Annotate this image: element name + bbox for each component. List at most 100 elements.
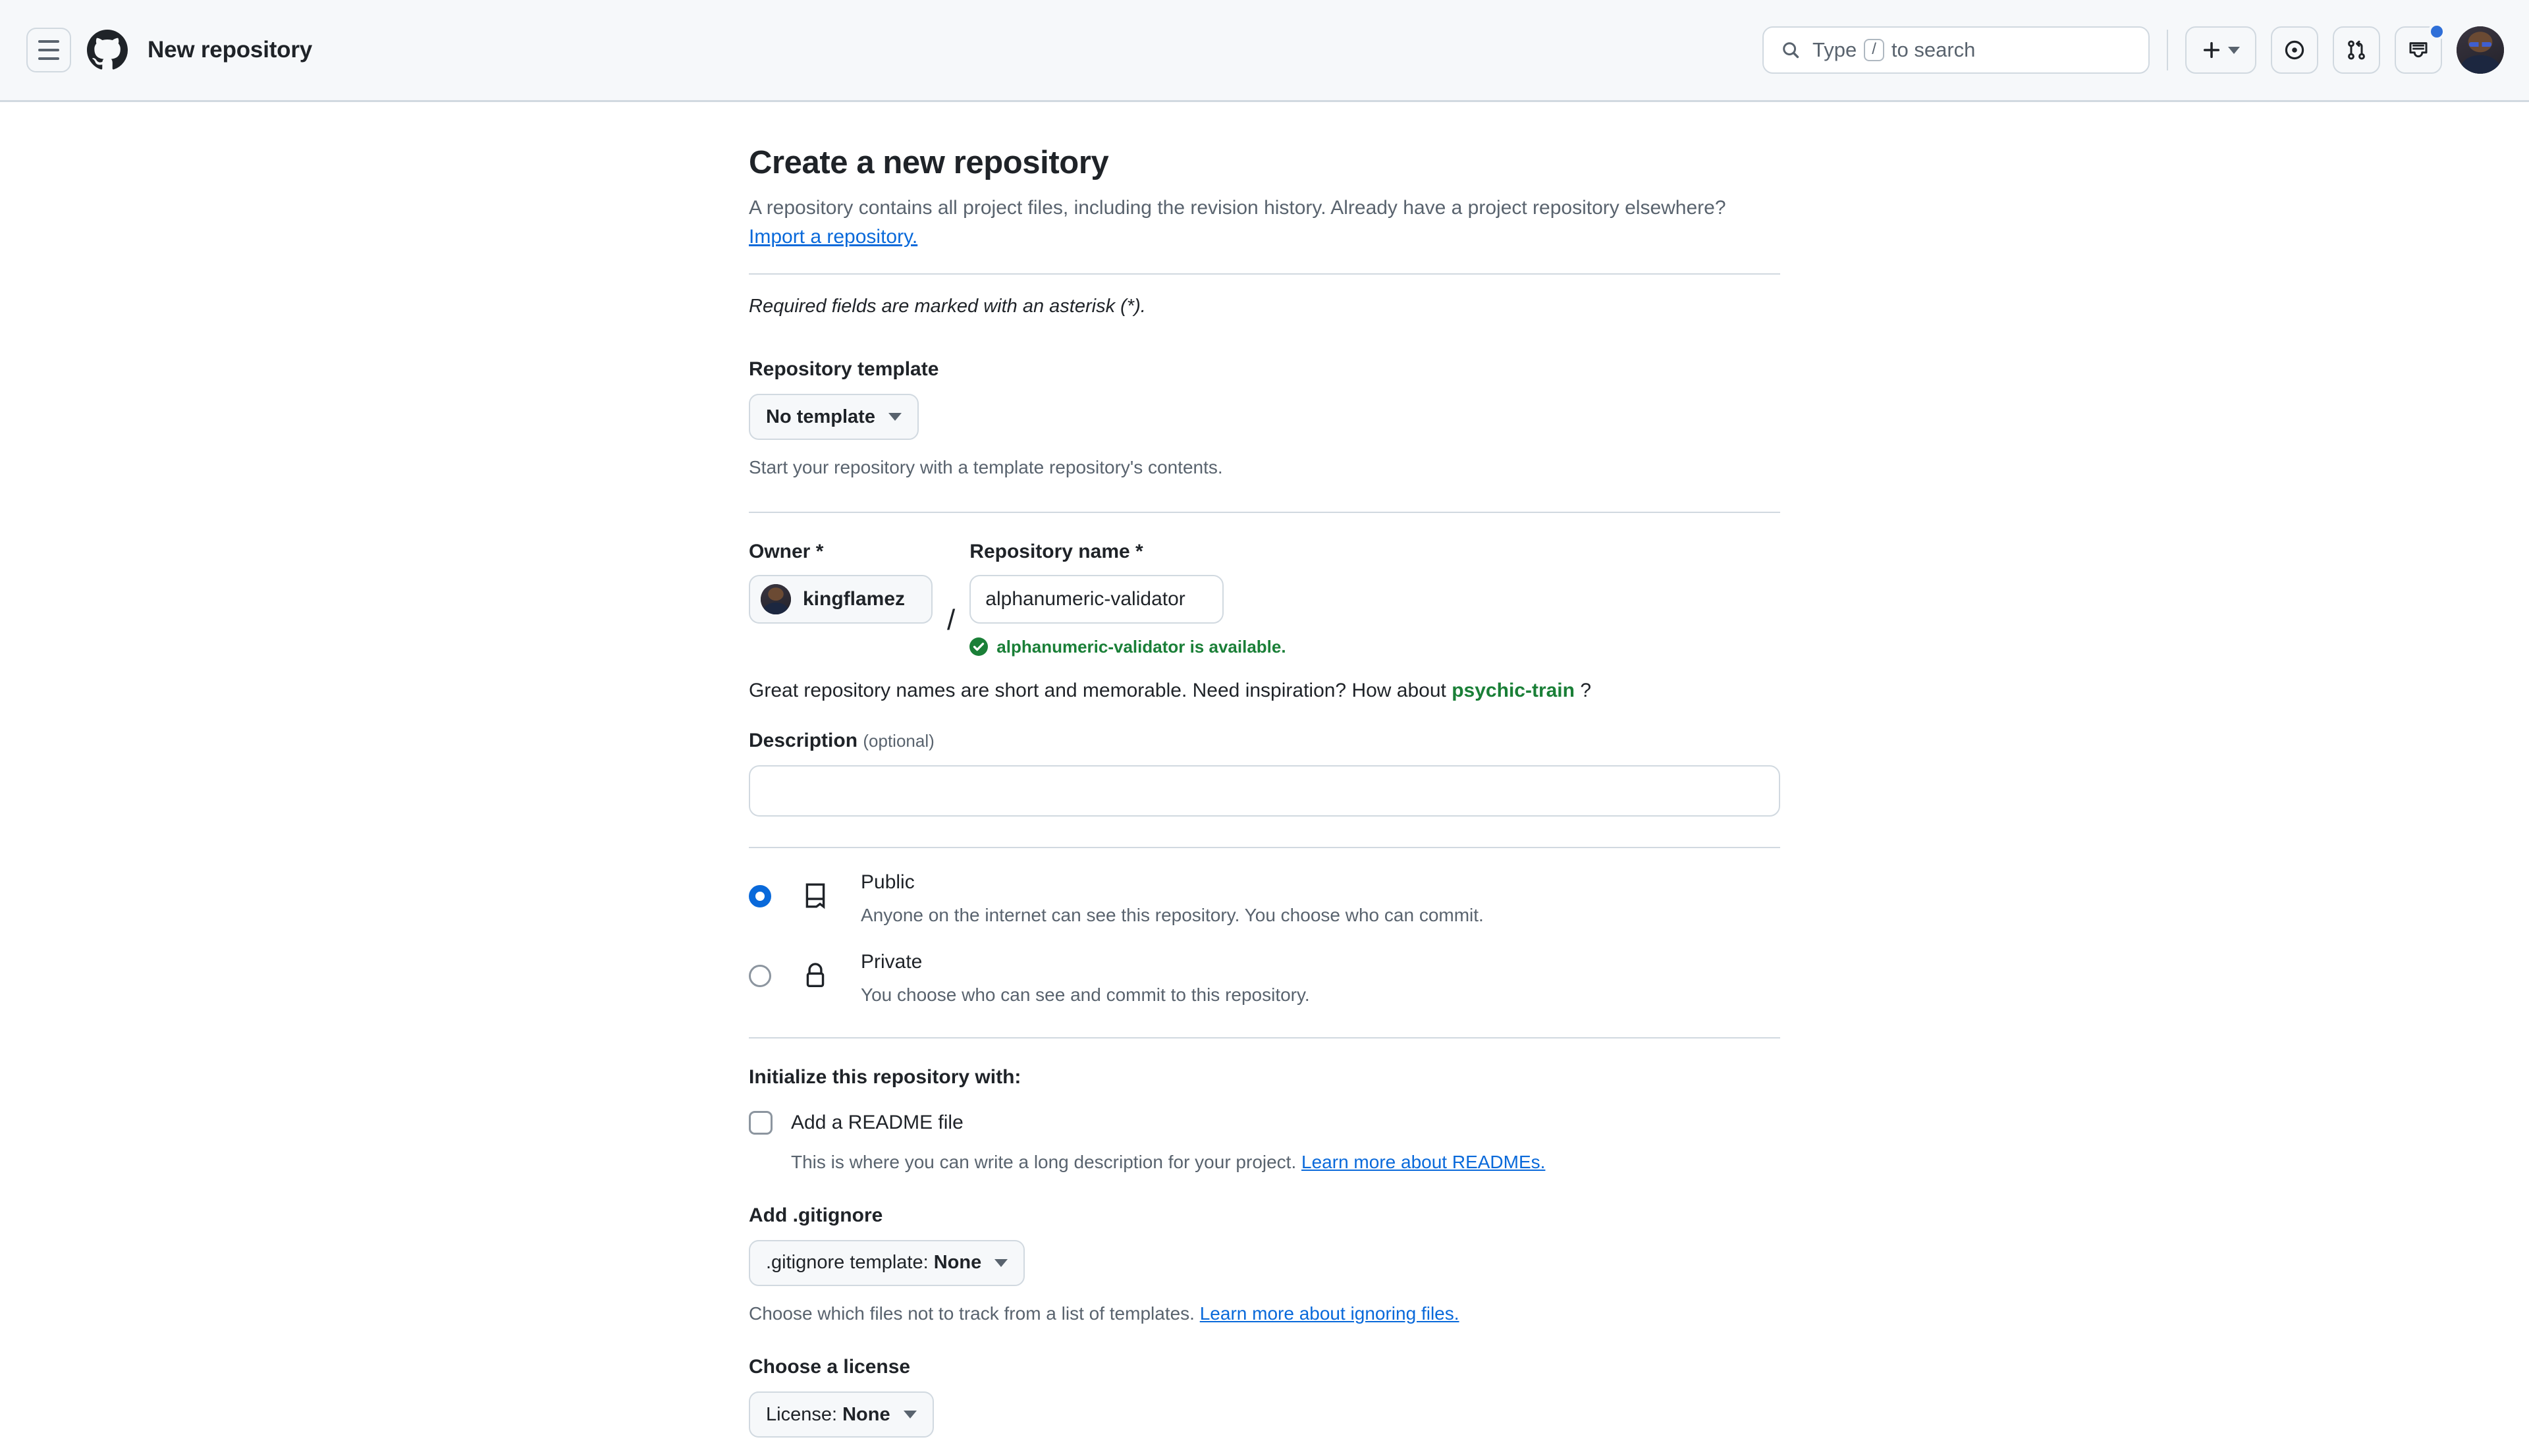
gitignore-label: Add .gitignore [749, 1204, 883, 1226]
owner-name-separator: / [947, 604, 956, 637]
owner-value: kingflamez [803, 587, 906, 610]
chevron-down-icon [994, 1258, 1008, 1267]
owner-name-row: Owner * kingflamez / Repository name * a… [749, 541, 1780, 657]
lock-icon [806, 962, 825, 987]
search-input[interactable]: Type / to search [1762, 26, 2150, 74]
suggested-name-link[interactable]: psychic-train [1452, 680, 1575, 701]
hamburger-menu-icon[interactable] [26, 28, 71, 72]
license-value: None [842, 1403, 890, 1425]
license-label: Choose a license [749, 1356, 911, 1378]
create-new-button[interactable] [2185, 26, 2256, 74]
page-title: New repository [148, 37, 313, 63]
private-title: Private [861, 950, 923, 973]
divider-after-template [749, 511, 1780, 513]
main-content: Create a new repository A repository con… [0, 102, 2529, 1456]
pull-requests-button[interactable] [2333, 26, 2380, 74]
owner-avatar [761, 583, 791, 614]
gitignore-value: None [933, 1252, 982, 1274]
repository-template-label: Repository template [749, 358, 939, 381]
readme-checkbox-row[interactable]: Add a README file [749, 1111, 1780, 1135]
visibility-section: Public Anyone on the internet can see th… [749, 871, 1780, 1039]
private-description: You choose who can see and commit to thi… [861, 984, 1310, 1005]
divider-after-visibility [749, 1037, 1780, 1039]
license-help: A license tells others what they can and… [749, 1452, 1780, 1456]
repository-template-help: Start your repository with a template re… [749, 457, 1223, 478]
slash-key-badge: / [1864, 38, 1884, 62]
chevron-down-icon [903, 1411, 917, 1419]
gitignore-section: Add .gitignore .gitignore template: None… [749, 1204, 1780, 1328]
global-header: New repository Type / to search [0, 0, 2529, 102]
avatar-image [2457, 26, 2504, 74]
import-repository-link[interactable]: Import a repository. [749, 226, 917, 248]
plus-icon [2203, 41, 2220, 59]
repository-name-input[interactable] [969, 574, 1224, 624]
header-right-group: Type / to search [1762, 23, 2504, 74]
description-label: Description (optional) [749, 730, 1780, 752]
repository-template-select[interactable]: No template [749, 394, 919, 441]
name-inspiration: Great repository names are short and mem… [749, 680, 1780, 702]
license-selected: License: None [766, 1404, 890, 1426]
description-label-text: Description [749, 729, 858, 751]
readme-help: This is where you can write a long descr… [791, 1149, 1780, 1175]
name-availability-status: alphanumeric-validator is available. [969, 637, 1286, 657]
description-optional-tag: (optional) [863, 730, 935, 751]
new-repository-form: Create a new repository A repository con… [749, 143, 1780, 1456]
initialize-label: Initialize this repository with: [749, 1066, 1021, 1089]
git-pull-request-icon [2348, 40, 2365, 60]
chevron-down-icon [2228, 46, 2240, 54]
readme-checkbox[interactable] [749, 1111, 773, 1135]
readme-help-text: This is where you can write a long descr… [791, 1152, 1297, 1173]
readme-label: Add a README file [791, 1112, 964, 1134]
visibility-option-private[interactable]: Private You choose who can see and commi… [749, 950, 1780, 1008]
public-option-text: Public Anyone on the internet can see th… [861, 871, 1484, 928]
avatar-glasses [2469, 42, 2491, 47]
gitignore-prefix: .gitignore template: [766, 1252, 929, 1274]
divider-top [749, 273, 1780, 275]
owner-select[interactable]: kingflamez [749, 574, 933, 624]
notification-indicator [2428, 23, 2445, 40]
inspiration-prefix: Great repository names are short and mem… [749, 679, 1446, 701]
notifications-inbox-button[interactable] [2395, 23, 2445, 74]
private-radio[interactable] [749, 964, 771, 987]
check-circle-icon [969, 637, 989, 657]
repository-template-section: Repository template No template Start yo… [749, 358, 1780, 513]
form-subtitle-text: A repository contains all project files,… [749, 197, 1726, 219]
form-title: Create a new repository [749, 145, 1109, 180]
availability-text: alphanumeric-validator is available. [996, 636, 1286, 657]
gitignore-selected: .gitignore template: None [766, 1252, 981, 1274]
owner-name-section: Owner * kingflamez / Repository name * a… [749, 541, 1780, 702]
search-placeholder-text: Type / to search [1812, 38, 1975, 62]
chevron-down-icon [888, 413, 902, 421]
license-select[interactable]: License: None [749, 1391, 934, 1438]
description-section: Description (optional) [749, 730, 1780, 848]
description-input[interactable] [749, 765, 1780, 817]
github-logo-icon[interactable] [87, 30, 128, 70]
readme-learn-more-link[interactable]: Learn more about READMEs. [1301, 1152, 1545, 1172]
avatar[interactable] [2457, 26, 2504, 74]
private-option-text: Private You choose who can see and commi… [861, 950, 1310, 1008]
issue-opened-icon [2285, 40, 2304, 60]
public-radio[interactable] [749, 884, 771, 907]
form-subtitle: A repository contains all project files,… [749, 194, 1737, 251]
license-section: Choose a license License: None A license… [749, 1356, 1780, 1456]
issues-button[interactable] [2271, 26, 2318, 74]
owner-label: Owner * [749, 540, 824, 562]
search-suffix: to search [1891, 38, 1976, 61]
license-prefix: License: [766, 1403, 838, 1425]
divider-after-description [749, 846, 1780, 848]
inbox-icon [2409, 42, 2428, 58]
visibility-option-public[interactable]: Public Anyone on the internet can see th… [749, 871, 1780, 928]
gitignore-learn-more-link[interactable]: Learn more about ignoring files. [1200, 1303, 1459, 1324]
header-divider [2167, 30, 2168, 70]
required-fields-note: Required fields are marked with an aster… [749, 296, 1146, 317]
gitignore-help-text: Choose which files not to track from a l… [749, 1303, 1195, 1324]
gitignore-template-select[interactable]: .gitignore template: None [749, 1239, 1025, 1286]
initialize-section: Initialize this repository with: Add a R… [749, 1066, 1780, 1175]
inspiration-suffix: ? [1580, 679, 1591, 701]
repository-name-field: Repository name * alphanumeric-validator… [969, 541, 1286, 657]
public-description: Anyone on the internet can see this repo… [861, 904, 1484, 925]
gitignore-help: Choose which files not to track from a l… [749, 1301, 1780, 1328]
search-icon [1783, 42, 1799, 59]
repository-template-value: No template [766, 406, 875, 427]
public-title: Public [861, 871, 915, 893]
